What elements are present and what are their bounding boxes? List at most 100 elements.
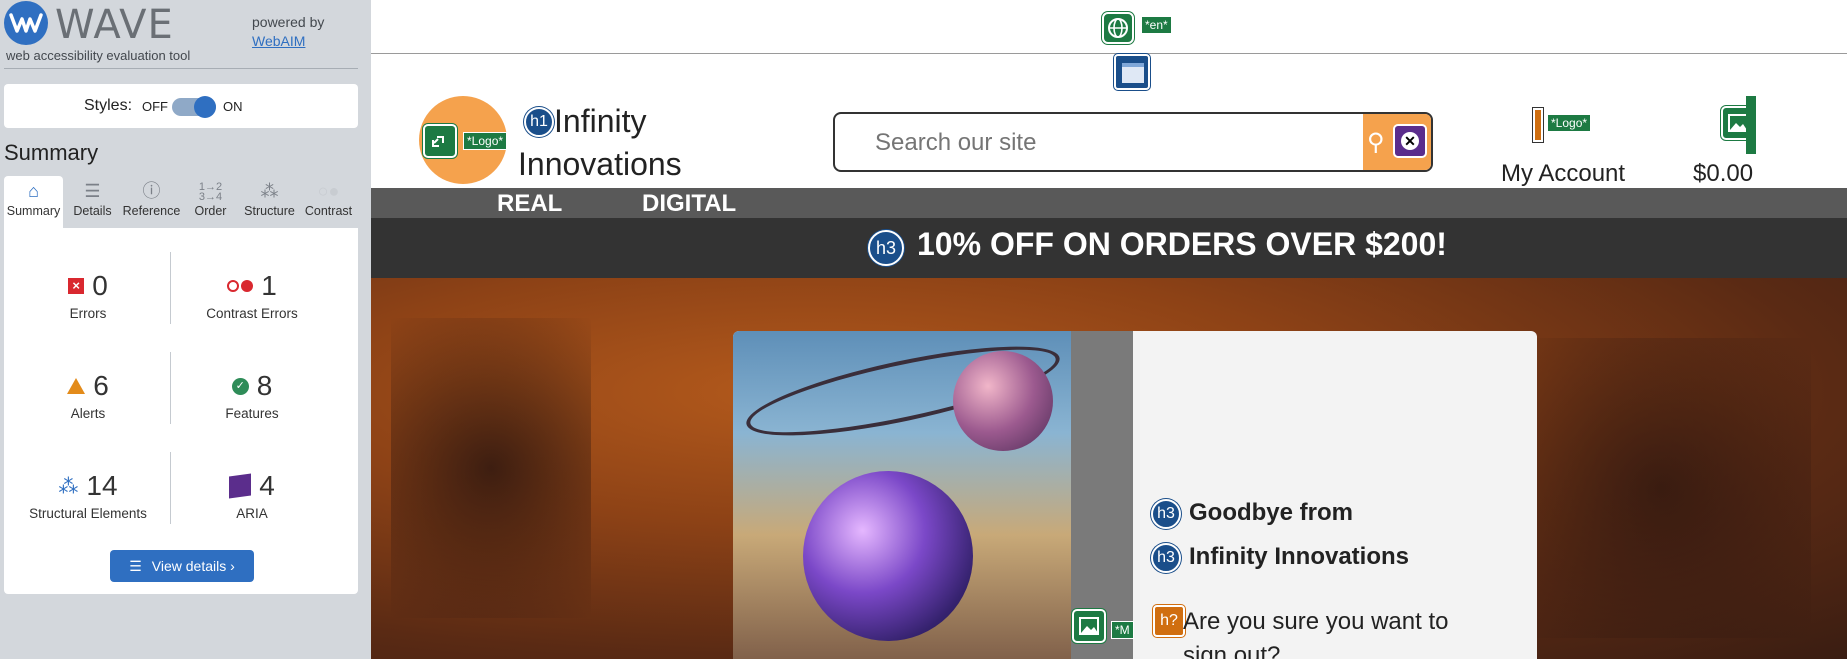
blur-shape xyxy=(391,318,591,618)
summary-heading: Summary xyxy=(4,140,99,165)
image-alt-tag: *M xyxy=(1111,621,1134,639)
aria-hidden-icon: ✕ xyxy=(1393,124,1427,158)
info-icon: ⓘ xyxy=(142,181,161,201)
modal-image xyxy=(733,331,1071,659)
structure-icon: ⁂ xyxy=(58,475,79,498)
promo-text: 10% OFF ON ORDERS OVER $200! xyxy=(917,226,1447,262)
tab-label: Order xyxy=(194,204,227,218)
linked-image-icon xyxy=(423,124,457,158)
divider xyxy=(4,68,358,69)
tab-order[interactable]: 1→2 3→4 Order xyxy=(181,176,240,228)
signout-question: Are you sure you want to sign out? xyxy=(1183,608,1449,659)
tab-reference[interactable]: ⓘ Reference xyxy=(122,176,181,228)
features-stat: ✓ 8 Features xyxy=(172,370,332,421)
tab-label: Details xyxy=(73,204,112,218)
h3-badge: h3 xyxy=(868,230,904,266)
region-icon xyxy=(1114,54,1150,90)
aria-icon xyxy=(229,473,252,499)
divider xyxy=(170,252,171,324)
errors-count: 0 xyxy=(92,270,108,301)
image-icon xyxy=(1072,609,1106,643)
checkmark-icon: ✓ xyxy=(231,377,249,395)
view-details-button[interactable]: ☰ View details › xyxy=(110,550,254,582)
styles-toggle[interactable] xyxy=(172,96,216,118)
tab-label: Reference xyxy=(122,204,181,218)
tab-summary[interactable]: ⌂ Summary xyxy=(4,176,63,228)
h3-badge: h3 xyxy=(1151,499,1181,529)
h3-badge: h3 xyxy=(1151,543,1181,573)
website-view: *en* *Logo* h1 Infinity Innovations Sear… xyxy=(371,0,1847,659)
nav-item-real[interactable]: REAL xyxy=(497,190,562,218)
brand-line-2: Innovations xyxy=(518,146,682,182)
aria-count: 4 xyxy=(259,470,275,501)
nav-item-digital[interactable]: DIGITAL xyxy=(642,190,736,218)
cart-price[interactable]: $0.00 xyxy=(1693,160,1753,188)
alerts-stat: 6 Alerts xyxy=(8,370,168,421)
goodbye-heading: Goodbye from xyxy=(1189,499,1354,526)
my-account-link[interactable]: My Account xyxy=(1501,160,1625,188)
tab-details[interactable]: ☰ Details xyxy=(63,176,122,228)
contrast-error-icon xyxy=(227,280,254,292)
main-nav: REAL DIGITAL xyxy=(371,188,1847,218)
features-count: 8 xyxy=(256,370,273,401)
contrast-errors-stat: 1 Contrast Errors xyxy=(172,270,332,321)
top-bar: *en* xyxy=(371,0,1847,54)
planet-shape xyxy=(803,471,973,641)
home-icon: ⌂ xyxy=(28,181,39,201)
features-label: Features xyxy=(225,406,279,421)
structural-label: Structural Elements xyxy=(29,506,147,521)
planet-shape xyxy=(953,351,1053,451)
search-input[interactable]: Search our site xyxy=(875,129,1036,157)
company-heading: Infinity Innovations xyxy=(1189,543,1409,570)
contrast-count: 1 xyxy=(261,270,277,301)
list-icon: ☰ xyxy=(84,181,101,201)
brand-line-1: Infinity xyxy=(554,103,647,139)
brand-name: Infinity Innovations xyxy=(518,100,682,186)
signout-modal: *M h3 Goodbye from h3 Infinity Innovatio… xyxy=(733,331,1537,659)
powered-by-label: powered by xyxy=(252,14,325,30)
error-icon: × xyxy=(68,278,85,294)
summary-panel: ⌂ Summary ☰ Details ⓘ Reference 1→2 3→4 O… xyxy=(4,176,358,594)
errors-stat: × 0 Errors xyxy=(8,270,168,321)
tab-contrast[interactable]: ○● Contrast xyxy=(299,176,358,228)
wave-logo-icon xyxy=(4,1,48,45)
order-icon: 1→2 3→4 xyxy=(198,181,223,203)
alerts-label: Alerts xyxy=(70,406,106,421)
alert-marker-icon xyxy=(1533,108,1543,142)
tab-label: Contrast xyxy=(304,204,353,218)
webaim-link[interactable]: WebAIM xyxy=(252,33,324,49)
list-icon: ☰ xyxy=(129,557,142,574)
feature-tag-marker xyxy=(1746,96,1756,154)
divider xyxy=(170,452,171,524)
blur-shape xyxy=(1511,338,1811,638)
toggle-knob xyxy=(194,96,216,118)
promo-banner: h3 10% OFF ON ORDERS OVER $200! xyxy=(371,218,1847,278)
tab-label: Structure xyxy=(244,204,295,218)
view-details-label: View details › xyxy=(151,558,235,574)
search-box: Search our site ⚲ ✕ xyxy=(833,112,1433,172)
contrast-label: Contrast Errors xyxy=(206,306,298,321)
search-button[interactable]: ⚲ ✕ xyxy=(1363,114,1431,170)
styles-on-label: ON xyxy=(223,99,243,114)
aria-label: ARIA xyxy=(236,506,268,521)
powered-by: powered by WebAIM xyxy=(252,14,324,49)
tab-label: Summary xyxy=(6,204,61,218)
errors-label: Errors xyxy=(69,306,107,321)
search-icon: ⚲ xyxy=(1367,129,1385,156)
styles-toggle-box: Styles: OFF ON xyxy=(4,84,358,128)
logo-alt-tag: *Logo* xyxy=(463,132,508,150)
structural-count: 14 xyxy=(86,470,118,501)
tab-structure[interactable]: ⁂ Structure xyxy=(240,176,299,228)
wave-title: WAVE xyxy=(55,2,174,48)
structure-icon: ⁂ xyxy=(260,181,279,201)
styles-label: Styles: xyxy=(84,97,133,114)
alert-icon xyxy=(67,378,86,394)
divider xyxy=(170,352,171,424)
language-tag: *en* xyxy=(1141,16,1172,34)
structural-stat: ⁂ 14 Structural Elements xyxy=(8,470,168,521)
wave-subtitle: web accessibility evaluation tool xyxy=(6,48,191,63)
aria-stat: 4 ARIA xyxy=(172,470,332,521)
account-logo-tag: *Logo* xyxy=(1547,114,1592,132)
language-globe-icon xyxy=(1102,12,1134,44)
wave-sidebar: WAVE web accessibility evaluation tool p… xyxy=(0,0,371,659)
